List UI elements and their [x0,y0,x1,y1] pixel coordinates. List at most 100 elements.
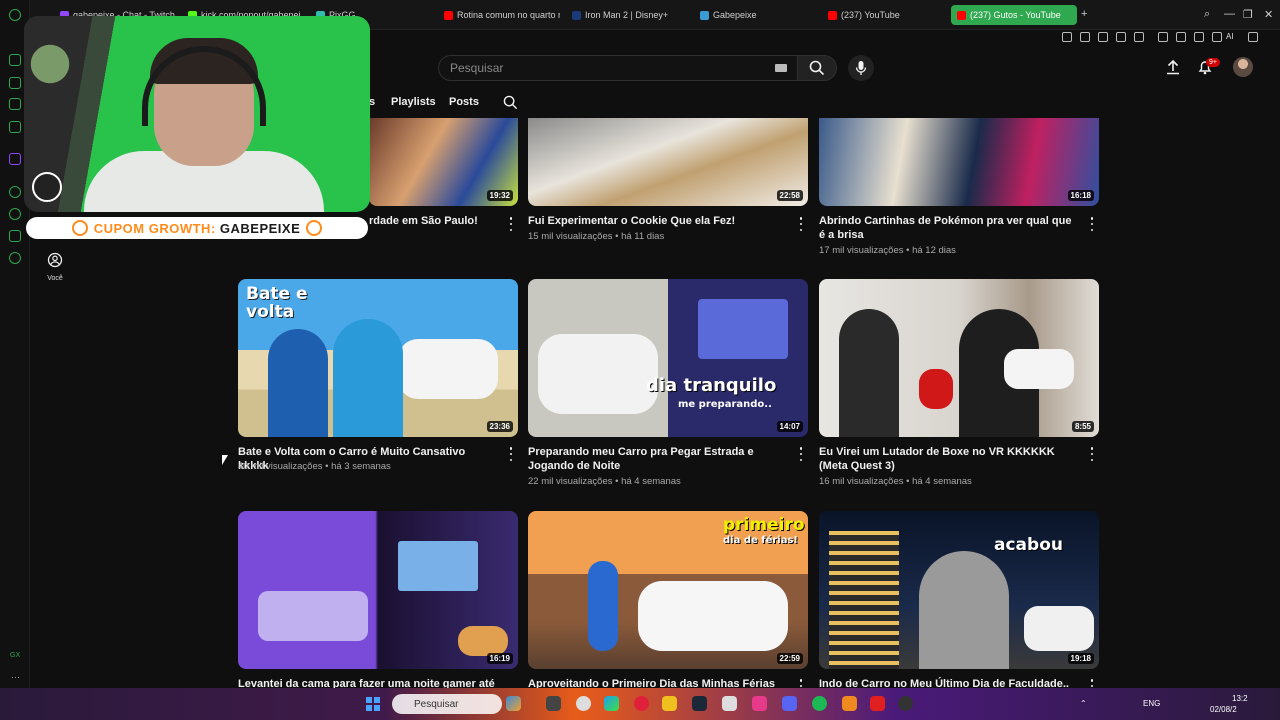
tab-gutos-youtube-active[interactable]: (237) Gutos - YouTube [951,5,1077,25]
taskbar-app-icon[interactable] [576,696,591,711]
sidebar-clock-icon[interactable] [9,208,21,220]
taskbar-edge-icon[interactable] [604,696,619,711]
mouse-cursor-icon [222,455,228,465]
taskbar-spotify-icon[interactable] [812,696,827,711]
video-title[interactable]: Preparando meu Carro pra Pegar Estrada e… [528,445,788,473]
tab-youtube[interactable]: (237) YouTube [828,5,944,25]
taskbar-search-label: Pesquisar [414,698,459,710]
video-menu-icon[interactable] [508,447,514,461]
video-duration: 19:18 [1067,653,1094,664]
video-meta: 22 mil visualizações • há 4 semanas [528,476,681,487]
close-icon[interactable]: ✕ [1264,8,1273,21]
opera-logo-icon[interactable] [9,9,21,21]
video-menu-icon[interactable] [1089,447,1095,461]
video-thumbnail[interactable]: acabou 19:18 [819,511,1099,669]
tab-rotina[interactable]: Rotina comum no quarto n... [444,5,560,25]
taskbar-app-icon[interactable] [722,696,737,711]
taskbar-task-view-icon[interactable] [546,696,561,711]
maximize-icon[interactable]: ❐ [1243,8,1253,21]
pin-icon[interactable] [1062,32,1072,42]
sidebar-refresh-icon[interactable] [9,54,21,66]
search-tabs-icon[interactable]: ⌕ [1204,8,1210,21]
sidebar-twitch-icon[interactable] [9,153,21,165]
building-shape [829,531,899,669]
voice-search-button[interactable] [848,55,874,81]
video-thumbnail[interactable]: 16:18 [819,118,1099,206]
bed-shape [258,591,368,641]
edit-icon[interactable] [1212,32,1222,42]
tray-chevron-icon[interactable]: ⌃ [1080,699,1087,708]
more-icon[interactable]: ··· [11,672,20,682]
tab-gabepeixe[interactable]: Gabepeixe [700,5,816,25]
video-menu-icon[interactable] [798,447,804,461]
video-menu-icon[interactable] [1089,217,1095,231]
video-title[interactable]: Abrindo Cartinhas de Pokémon pra ver qua… [819,214,1079,242]
minimize-icon[interactable]: — [1224,8,1235,20]
screenshot-icon[interactable] [1080,32,1090,42]
sidebar-box-icon[interactable] [9,230,21,242]
video-thumbnail[interactable]: Bate e volta 23:36 [238,279,518,437]
keyboard-icon[interactable] [775,64,787,72]
sidebar-layers-icon[interactable] [9,98,21,110]
video-duration: 19:32 [486,190,513,201]
menu-icon[interactable] [1248,32,1258,42]
heart-icon[interactable] [1134,32,1144,42]
ai-button[interactable]: AI [1226,32,1234,42]
extensions-icon[interactable] [1158,32,1168,42]
guide-you-item[interactable]: Você [44,252,66,282]
taskbar-discord-icon[interactable] [782,696,797,711]
video-meta: 15 mil visualizações • há 11 dias [528,231,665,242]
play-icon[interactable] [1116,32,1126,42]
taskbar-opera-icon[interactable] [634,696,649,711]
channel-tab-playlists[interactable]: Playlists [391,96,436,108]
coupon-icon [306,220,323,236]
video-thumbnail[interactable]: 22:58 [528,118,808,206]
search-button[interactable] [797,55,837,81]
tab-disney[interactable]: Iron Man 2 | Disney+ [572,5,688,25]
video-thumbnail[interactable]: dia tranquilo me preparando.. 14:07 [528,279,808,437]
video-thumbnail[interactable]: primeiro dia de férias! 22:59 [528,511,808,669]
video-title[interactable]: Eu Virei um Lutador de Boxe no VR KKKKKK… [819,445,1079,473]
upload-icon[interactable] [1165,59,1181,75]
taskbar-explorer-icon[interactable] [662,696,677,711]
sidebar-m-icon[interactable] [9,121,21,133]
gx-icon[interactable]: GX [10,652,20,659]
sidebar-bag-icon[interactable] [9,77,21,89]
share-icon[interactable] [1176,32,1186,42]
channel-search-icon[interactable] [503,95,518,110]
video-meta: 17 mil visualizações • há 12 dias [819,245,956,256]
video-thumbnail[interactable]: 8:55 [819,279,1099,437]
taskbar-steam-icon[interactable] [692,696,707,711]
search-box[interactable]: Pesquisar [438,55,798,81]
video-duration: 16:18 [1067,190,1094,201]
shield-icon[interactable] [1098,32,1108,42]
search-input[interactable]: Pesquisar [450,61,503,75]
thumbnail-text: Bate e volta [246,284,308,322]
taskbar-weather-icon[interactable] [506,696,521,711]
taskbar-app-icon[interactable] [752,696,767,711]
sidebar-play-icon[interactable] [9,186,21,198]
windows-start-icon[interactable] [366,697,380,711]
account-avatar[interactable] [1233,57,1253,77]
video-title[interactable]: Fui Experimentar o Cookie Que ela Fez! [528,214,788,228]
taskbar-search[interactable]: Pesquisar [392,694,502,714]
new-tab-icon[interactable]: + [1081,8,1087,20]
taskbar-app-icon[interactable] [870,696,885,711]
video-thumbnail[interactable]: 19:32 [369,118,518,206]
thumbnail-subtext: dia de férias! [723,535,798,546]
channel-tab-posts[interactable]: Posts [449,96,479,108]
screen: gabepeixe - Chat - Twitch kick.com/popou… [0,0,1280,720]
download-icon[interactable] [1194,32,1204,42]
search-icon [809,60,825,76]
taskbar-app-icon[interactable] [842,696,857,711]
car-shape [538,334,658,414]
coupon-code: GABEPEIXE [219,220,301,236]
tray-language[interactable]: ENG [1143,699,1160,708]
taskbar-obs-icon[interactable] [898,696,913,711]
video-title[interactable]: rdade em São Paulo! [369,214,499,228]
tray-time: 13:2 [1232,694,1248,703]
sidebar-settings-icon[interactable] [9,252,21,264]
video-menu-icon[interactable] [798,217,804,231]
video-thumbnail[interactable]: 16:19 [238,511,518,669]
video-menu-icon[interactable] [508,217,514,231]
